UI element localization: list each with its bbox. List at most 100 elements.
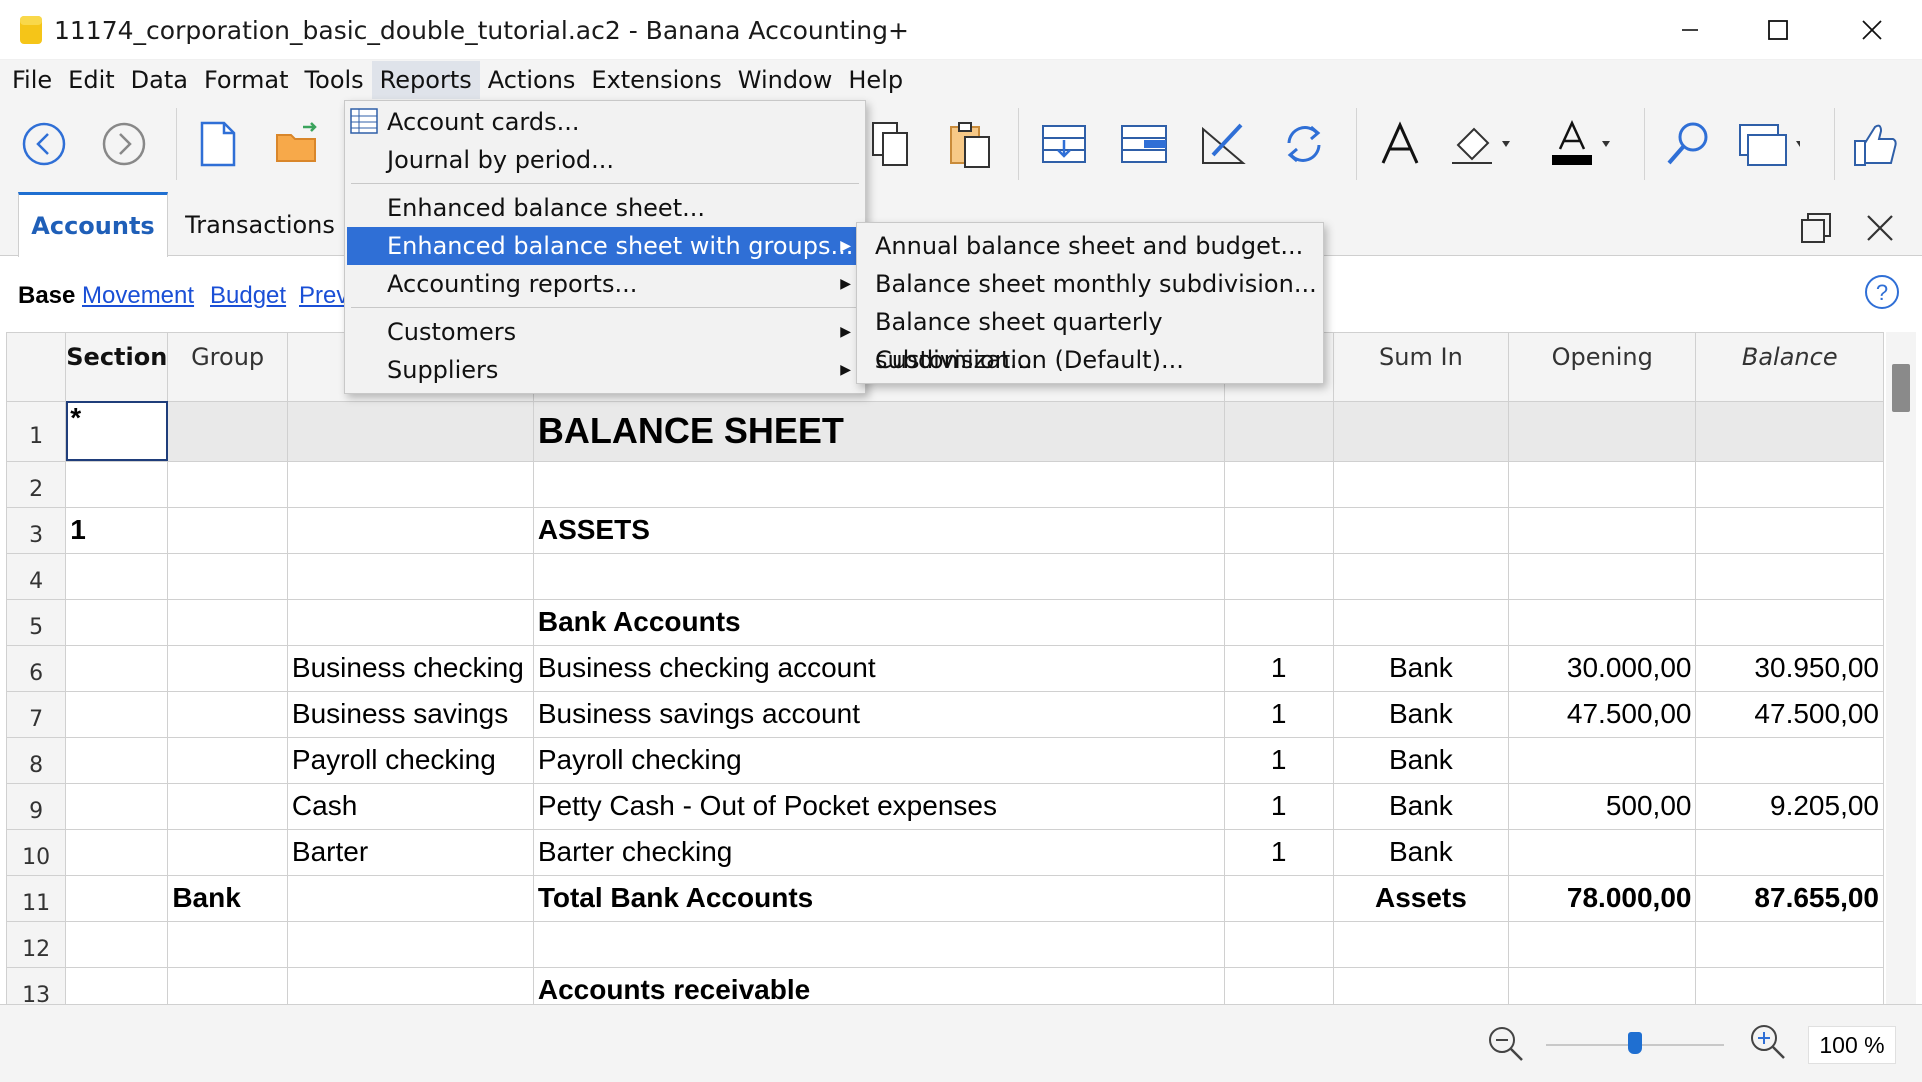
bclass-cell[interactable]: [1224, 921, 1334, 968]
sumin-cell[interactable]: [1333, 553, 1510, 600]
section-cell[interactable]: [65, 691, 169, 738]
text-color-icon[interactable]: [1548, 112, 1612, 176]
group-cell[interactable]: [167, 401, 288, 462]
bclass-cell[interactable]: 1: [1224, 645, 1334, 692]
menu-help[interactable]: Help: [840, 61, 911, 99]
menu-edit[interactable]: Edit: [60, 61, 122, 99]
row-number[interactable]: 3: [7, 507, 67, 554]
forward-icon[interactable]: [92, 112, 156, 176]
description-cell[interactable]: Bank Accounts: [533, 599, 1225, 646]
group-cell[interactable]: [167, 737, 288, 784]
bclass-cell[interactable]: [1224, 461, 1334, 508]
menu-item-enhanced-balance-sheet[interactable]: Enhanced balance sheet...: [347, 189, 863, 227]
row-number[interactable]: 11: [7, 875, 67, 922]
bclass-cell[interactable]: [1224, 875, 1334, 922]
account-cell[interactable]: Business savings: [287, 691, 534, 738]
recalculate-icon[interactable]: [1272, 112, 1336, 176]
copy-icon[interactable]: [860, 112, 924, 176]
balance-cell[interactable]: 30.950,00: [1695, 645, 1884, 692]
opening-cell[interactable]: [1508, 599, 1697, 646]
balance-column-header[interactable]: Balance: [1695, 333, 1884, 402]
row-number[interactable]: 1: [7, 401, 67, 462]
menu-file[interactable]: File: [4, 61, 60, 99]
view-budget[interactable]: Budget: [210, 282, 286, 310]
account-cell[interactable]: [287, 507, 534, 554]
bclass-cell[interactable]: [1224, 553, 1334, 600]
opening-cell[interactable]: [1508, 829, 1697, 876]
fill-color-icon[interactable]: [1448, 112, 1512, 176]
tab-transactions[interactable]: Transactions: [170, 192, 350, 257]
menu-data[interactable]: Data: [123, 61, 196, 99]
sumin-cell[interactable]: Bank: [1333, 783, 1510, 830]
section-cell[interactable]: [65, 599, 169, 646]
description-cell[interactable]: ASSETS: [533, 507, 1225, 554]
balance-cell[interactable]: 87.655,00: [1695, 875, 1884, 922]
new-file-icon[interactable]: [186, 112, 250, 176]
account-cell[interactable]: Barter: [287, 829, 534, 876]
row-number[interactable]: 12: [7, 921, 67, 968]
bclass-cell[interactable]: 1: [1224, 691, 1334, 738]
menu-tools[interactable]: Tools: [297, 61, 372, 99]
section-cell[interactable]: [65, 967, 169, 1004]
group-cell[interactable]: [167, 553, 288, 600]
view-base[interactable]: Base: [18, 282, 75, 310]
bclass-cell[interactable]: [1224, 967, 1334, 1004]
balance-cell[interactable]: 9.205,00: [1695, 783, 1884, 830]
section-cell[interactable]: [65, 645, 169, 692]
description-cell[interactable]: Business checking account: [533, 645, 1225, 692]
restore-pane-icon[interactable]: [1800, 212, 1832, 249]
account-cell[interactable]: [287, 875, 534, 922]
zoom-level-field[interactable]: 100 %: [1808, 1026, 1896, 1064]
paste-icon[interactable]: [940, 112, 1004, 176]
sumin-cell[interactable]: Assets: [1333, 875, 1510, 922]
zoom-out-icon[interactable]: [1486, 1024, 1526, 1069]
opening-cell[interactable]: [1508, 553, 1697, 600]
description-cell[interactable]: [533, 461, 1225, 508]
group-cell[interactable]: [167, 783, 288, 830]
opening-cell[interactable]: [1508, 507, 1697, 554]
opening-column-header[interactable]: Opening: [1508, 333, 1697, 402]
zoom-slider-thumb[interactable]: [1628, 1032, 1642, 1054]
account-cell[interactable]: Business checking: [287, 645, 534, 692]
close-window-button[interactable]: [1828, 0, 1916, 60]
maximize-button[interactable]: [1734, 0, 1822, 60]
description-cell[interactable]: Total Bank Accounts: [533, 875, 1225, 922]
description-cell[interactable]: Barter checking: [533, 829, 1225, 876]
balance-cell[interactable]: [1695, 737, 1884, 784]
sumin-cell[interactable]: [1333, 461, 1510, 508]
balance-cell[interactable]: 47.500,00: [1695, 691, 1884, 738]
section-cell[interactable]: 1: [65, 507, 169, 554]
row-number[interactable]: 5: [7, 599, 67, 646]
group-cell[interactable]: [167, 967, 288, 1004]
balance-cell[interactable]: [1695, 967, 1884, 1004]
opening-cell[interactable]: [1508, 967, 1697, 1004]
account-cell[interactable]: [287, 401, 534, 462]
tab-accounts[interactable]: Accounts: [18, 192, 168, 257]
feedback-thumbs-up-icon[interactable]: [1844, 112, 1908, 176]
sumin-cell[interactable]: [1333, 967, 1510, 1004]
description-cell[interactable]: Business savings account: [533, 691, 1225, 738]
group-cell[interactable]: [167, 829, 288, 876]
sumin-cell[interactable]: Bank: [1333, 691, 1510, 738]
group-cell[interactable]: [167, 921, 288, 968]
sumin-cell[interactable]: Bank: [1333, 645, 1510, 692]
account-cell[interactable]: Cash: [287, 783, 534, 830]
insert-row-icon[interactable]: [1032, 112, 1096, 176]
description-cell[interactable]: [533, 921, 1225, 968]
bclass-cell[interactable]: 1: [1224, 737, 1334, 784]
account-cell[interactable]: [287, 461, 534, 508]
sumin-cell[interactable]: [1333, 599, 1510, 646]
balance-cell[interactable]: [1695, 507, 1884, 554]
opening-cell[interactable]: 500,00: [1508, 783, 1697, 830]
vertical-scrollbar-thumb[interactable]: [1892, 364, 1910, 412]
bclass-cell[interactable]: [1224, 507, 1334, 554]
opening-cell[interactable]: [1508, 401, 1697, 462]
sumin-cell[interactable]: [1333, 921, 1510, 968]
sumin-cell[interactable]: [1333, 401, 1510, 462]
group-cell[interactable]: [167, 599, 288, 646]
opening-cell[interactable]: 78.000,00: [1508, 875, 1697, 922]
opening-cell[interactable]: 30.000,00: [1508, 645, 1697, 692]
account-cell[interactable]: [287, 921, 534, 968]
move-row-icon[interactable]: [1112, 112, 1176, 176]
vertical-scrollbar[interactable]: [1886, 332, 1916, 1004]
